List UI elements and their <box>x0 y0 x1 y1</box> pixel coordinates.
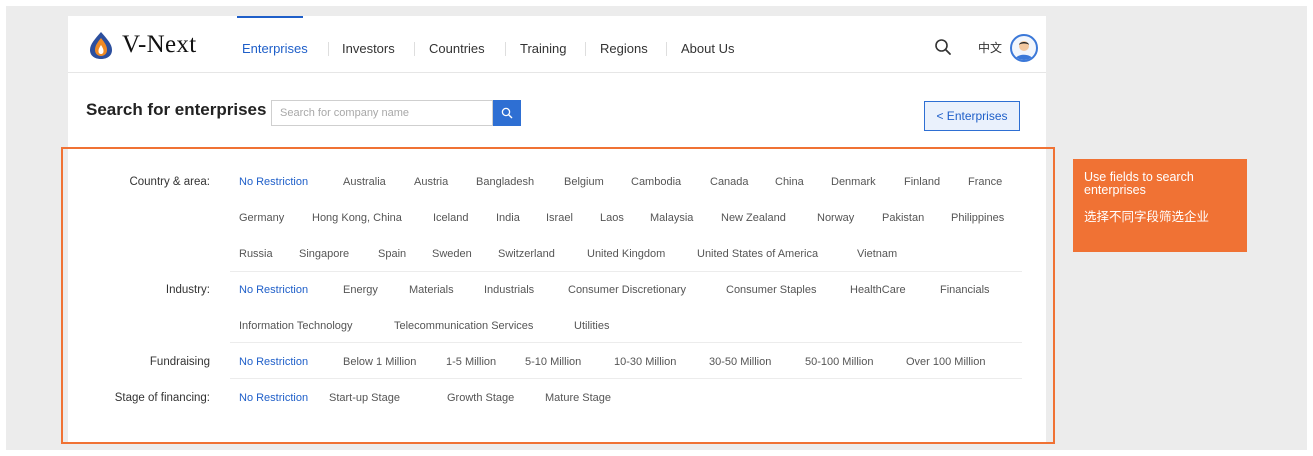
filter-label-industry: Industry: <box>165 284 210 296</box>
industry-option[interactable]: No Restriction <box>239 284 308 296</box>
callout-text-zh: 选择不同字段筛选企业 <box>1084 210 1210 224</box>
country-option[interactable]: Russia <box>239 248 273 260</box>
industry-option[interactable]: Energy <box>343 284 378 296</box>
country-option[interactable]: Canada <box>710 176 749 188</box>
search-icon <box>501 107 513 119</box>
filter-label-fundraising: Fundraising <box>149 356 210 368</box>
industry-option[interactable]: Materials <box>409 284 454 296</box>
country-option[interactable]: Philippines <box>951 212 1004 224</box>
search-section: Search for enterprises < Enterprises Cou… <box>68 16 1046 444</box>
industry-option[interactable]: Utilities <box>574 320 609 332</box>
fundraising-option[interactable]: Below 1 Million <box>343 356 416 368</box>
country-option[interactable]: Singapore <box>299 248 349 260</box>
search-input[interactable] <box>271 100 493 126</box>
country-option[interactable]: Pakistan <box>882 212 924 224</box>
country-option[interactable]: Austria <box>414 176 448 188</box>
country-option[interactable]: Australia <box>343 176 386 188</box>
fundraising-option[interactable]: 1-5 Million <box>446 356 496 368</box>
country-option[interactable]: Vietnam <box>857 248 897 260</box>
industry-option[interactable]: Consumer Discretionary <box>568 284 686 296</box>
country-option[interactable]: Norway <box>817 212 854 224</box>
filter-divider <box>230 378 1022 379</box>
industry-option[interactable]: Consumer Staples <box>726 284 817 296</box>
country-option[interactable]: China <box>775 176 804 188</box>
country-option[interactable]: United States of America <box>697 248 818 260</box>
filter-divider <box>230 342 1022 343</box>
filter-divider <box>230 271 1022 272</box>
country-option[interactable]: Iceland <box>433 212 468 224</box>
country-option[interactable]: Germany <box>239 212 284 224</box>
filter-label-stage: Stage of financing: <box>114 392 210 404</box>
callout-text-en: Use fields to search enterprises <box>1084 170 1194 197</box>
industry-option[interactable]: Information Technology <box>239 320 353 332</box>
stage-option[interactable]: Growth Stage <box>447 392 514 404</box>
stage-option[interactable]: Start-up Stage <box>329 392 400 404</box>
industry-option[interactable]: Financials <box>940 284 990 296</box>
fundraising-option[interactable]: 5-10 Million <box>525 356 581 368</box>
country-option[interactable]: Bangladesh <box>476 176 534 188</box>
fundraising-option[interactable]: 50-100 Million <box>805 356 873 368</box>
stage-option[interactable]: Mature Stage <box>545 392 611 404</box>
country-option[interactable]: Israel <box>546 212 573 224</box>
country-option[interactable]: No Restriction <box>239 176 308 188</box>
country-option[interactable]: United Kingdom <box>587 248 665 260</box>
industry-option[interactable]: Telecommunication Services <box>394 320 533 332</box>
country-option[interactable]: Finland <box>904 176 940 188</box>
annotation-callout: Use fields to search enterprises 选择不同字段筛… <box>1073 159 1247 252</box>
industry-option[interactable]: HealthCare <box>850 284 906 296</box>
fundraising-option[interactable]: Over 100 Million <box>906 356 985 368</box>
country-option[interactable]: Spain <box>378 248 406 260</box>
search-button[interactable] <box>493 100 521 126</box>
country-option[interactable]: Cambodia <box>631 176 681 188</box>
country-option[interactable]: Sweden <box>432 248 472 260</box>
industry-option[interactable]: Industrials <box>484 284 534 296</box>
country-option[interactable]: Hong Kong, China <box>312 212 402 224</box>
back-to-enterprises-button[interactable]: < Enterprises <box>924 101 1020 131</box>
stage-option[interactable]: No Restriction <box>239 392 308 404</box>
page-title: Search for enterprises <box>86 100 267 119</box>
filter-label-country: Country & area: <box>129 176 210 188</box>
country-option[interactable]: India <box>496 212 520 224</box>
country-option[interactable]: New Zealand <box>721 212 786 224</box>
fundraising-option[interactable]: No Restriction <box>239 356 308 368</box>
country-option[interactable]: Belgium <box>564 176 604 188</box>
fundraising-option[interactable]: 10-30 Million <box>614 356 676 368</box>
country-option[interactable]: Switzerland <box>498 248 555 260</box>
country-option[interactable]: France <box>968 176 1002 188</box>
country-option[interactable]: Denmark <box>831 176 876 188</box>
country-option[interactable]: Laos <box>600 212 624 224</box>
fundraising-option[interactable]: 30-50 Million <box>709 356 771 368</box>
country-option[interactable]: Malaysia <box>650 212 693 224</box>
